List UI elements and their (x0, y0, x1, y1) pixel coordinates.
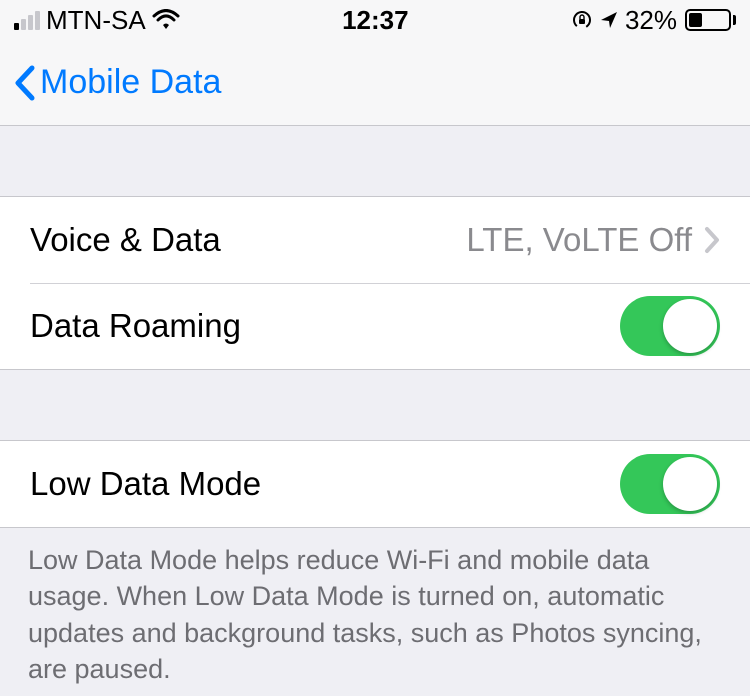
cell-voice-and-data[interactable]: Voice & Data LTE, VoLTE Off (0, 197, 750, 283)
section-spacer (0, 370, 750, 440)
section-spacer (0, 126, 750, 196)
battery-icon (683, 9, 736, 31)
rotation-lock-icon (571, 9, 593, 31)
chevron-right-icon (704, 226, 720, 254)
status-time: 12:37 (342, 5, 409, 36)
data-roaming-toggle[interactable] (620, 296, 720, 356)
cell-label: Voice & Data (30, 221, 221, 259)
cell-low-data-mode: Low Data Mode (0, 441, 750, 527)
cell-label: Low Data Mode (30, 465, 261, 503)
status-left: MTN-SA (14, 5, 180, 36)
low-data-mode-footer: Low Data Mode helps reduce Wi-Fi and mob… (0, 528, 750, 688)
location-icon (599, 10, 619, 30)
chevron-left-icon (12, 64, 36, 102)
cell-group-low-data-mode: Low Data Mode (0, 440, 750, 528)
wifi-icon (152, 9, 180, 31)
back-label: Mobile Data (40, 63, 221, 102)
cell-data-roaming: Data Roaming (0, 283, 750, 369)
status-bar: MTN-SA 12:37 32% (0, 0, 750, 40)
cell-value: LTE, VoLTE Off (466, 221, 704, 259)
battery-percent: 32% (625, 5, 677, 36)
toggle-knob (663, 299, 717, 353)
status-right: 32% (571, 5, 736, 36)
cell-group-cellular-options: Voice & Data LTE, VoLTE Off Data Roaming (0, 196, 750, 370)
carrier-label: MTN-SA (46, 5, 146, 36)
back-button[interactable]: Mobile Data (12, 63, 221, 102)
battery-fill (689, 13, 702, 27)
cellular-signal-icon (14, 11, 40, 30)
toggle-knob (663, 457, 717, 511)
cell-label: Data Roaming (30, 307, 241, 345)
low-data-mode-toggle[interactable] (620, 454, 720, 514)
nav-bar: Mobile Data (0, 40, 750, 126)
